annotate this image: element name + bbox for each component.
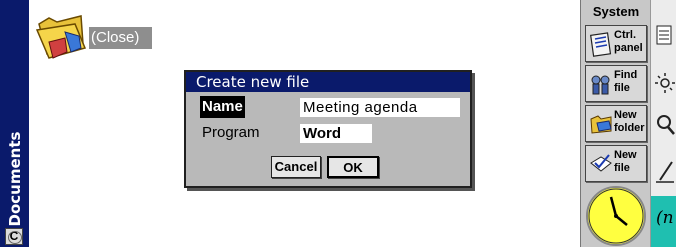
documents-sidebar: Documents C — [0, 0, 29, 247]
psion-logo-icon[interactable]: (n — [651, 196, 676, 247]
pen-icon[interactable] — [654, 160, 676, 186]
app-strip: (n — [650, 0, 676, 247]
name-label: Name — [200, 96, 245, 118]
new-file-label: New file — [614, 149, 637, 174]
dialog-title: Create new file — [186, 72, 470, 92]
find-file-icon — [589, 71, 613, 97]
new-folder-icon — [589, 111, 613, 137]
new-file-icon — [589, 151, 613, 177]
ok-button[interactable]: OK — [327, 156, 379, 178]
documents-label-wrap: Documents — [3, 130, 27, 230]
program-label: Program — [202, 124, 260, 141]
notepad-icon[interactable] — [654, 22, 676, 48]
program-row: Program Word — [186, 122, 470, 144]
program-field[interactable]: Word — [300, 124, 372, 143]
clock-icon[interactable] — [585, 185, 647, 247]
name-field[interactable]: Meeting agenda — [300, 98, 460, 117]
control-panel-button[interactable]: Ctrl. panel — [585, 25, 647, 62]
name-row: Name Meeting agenda — [186, 96, 470, 118]
new-folder-label: New folder — [614, 109, 645, 134]
open-folder-icon[interactable] — [35, 14, 87, 62]
control-panel-label: Ctrl. panel — [614, 29, 643, 54]
find-file-button[interactable]: Find file — [585, 65, 647, 102]
magnifier-icon[interactable] — [654, 112, 676, 138]
sun-icon[interactable] — [654, 70, 676, 96]
new-file-button[interactable]: New file — [585, 145, 647, 182]
system-header[interactable]: System — [581, 0, 651, 24]
cancel-button[interactable]: Cancel — [271, 156, 321, 178]
system-panel: System Ctrl. panel Find file New folder … — [580, 0, 650, 247]
find-file-label: Find file — [614, 69, 638, 94]
control-panel-icon — [589, 31, 613, 57]
create-new-file-dialog: Create new file Name Meeting agenda Prog… — [184, 70, 472, 188]
c-icon[interactable]: C — [5, 228, 23, 245]
close-button[interactable]: (Close) — [89, 27, 152, 49]
documents-label: Documents — [6, 131, 24, 227]
new-folder-button[interactable]: New folder — [585, 105, 647, 142]
